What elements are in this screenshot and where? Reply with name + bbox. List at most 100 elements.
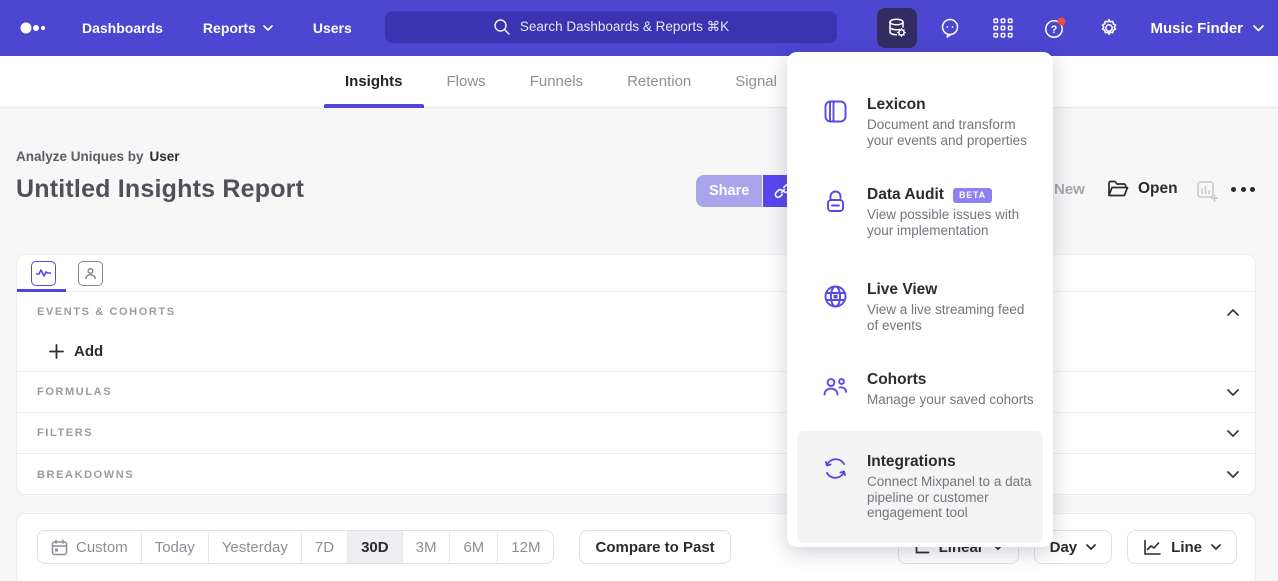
nav-reports-label: Reports: [203, 20, 256, 36]
svg-text:?: ?: [1051, 24, 1058, 36]
range-30d[interactable]: 30D: [347, 531, 402, 563]
plus-icon: [49, 344, 64, 359]
caret-down-icon: [1253, 25, 1264, 32]
caret-down-icon: [263, 25, 273, 31]
notification-dot: [1058, 18, 1066, 26]
section-formulas[interactable]: FORMULAS: [17, 372, 1255, 413]
profiles-tab[interactable]: [78, 261, 103, 286]
menu-item-description: View a live streaming feed of events: [867, 302, 1039, 333]
range-7d[interactable]: 7D: [301, 531, 347, 563]
report-subtitle: Analyze Uniques by User: [16, 149, 180, 164]
header-actions: Share New Open: [0, 175, 1278, 207]
lexicon-icon: [822, 96, 850, 148]
tab-flows[interactable]: Flows: [447, 56, 486, 108]
menu-item-title: Cohorts: [867, 371, 926, 389]
menu-item-data-audit[interactable]: Data Audit BETA View possible issues wit…: [797, 178, 1043, 246]
share-button[interactable]: Share: [696, 175, 762, 207]
menu-item-integrations[interactable]: Integrations Connect Mixpanel to a data …: [797, 431, 1043, 543]
profile-icon: [84, 267, 97, 280]
section-label: FILTERS: [37, 427, 93, 439]
caret-down-icon: [1086, 544, 1096, 550]
nav-dashboards[interactable]: Dashboards: [82, 20, 163, 36]
chart-type-label: Line: [1171, 539, 1202, 556]
nav-dashboards-label: Dashboards: [82, 20, 163, 36]
builder-icon-tabs: [17, 255, 1255, 292]
settings-gear-icon[interactable]: [1089, 8, 1129, 48]
add-label: Add: [74, 343, 103, 360]
menu-item-title: Data Audit: [867, 186, 944, 204]
new-report-button[interactable]: New: [1054, 181, 1085, 198]
project-name: Music Finder: [1150, 20, 1243, 37]
more-options-button[interactable]: [1231, 187, 1255, 192]
menu-item-lexicon[interactable]: Lexicon Document and transform your even…: [797, 88, 1043, 156]
chevron-down-icon[interactable]: [1227, 471, 1239, 478]
primary-nav: Dashboards Reports Users: [82, 20, 352, 36]
cohorts-icon: [822, 371, 850, 408]
mixpanel-logo-icon[interactable]: [20, 21, 50, 35]
tools-dropdown-menu: Lexicon Document and transform your even…: [787, 52, 1053, 547]
beta-badge: BETA: [953, 188, 992, 203]
app-window: Dashboards Reports Users Search Dashboar…: [0, 0, 1278, 581]
date-range-segmented-control: Custom Today Yesterday 7D 30D 3M 6M 12M: [37, 530, 554, 564]
chart-pulse-icon: [36, 267, 51, 279]
data-audit-icon: [822, 186, 850, 238]
range-label: Custom: [76, 539, 128, 556]
section-label: BREAKDOWNS: [37, 469, 134, 481]
folder-icon: [1107, 179, 1129, 199]
tab-signal[interactable]: Signal: [735, 56, 777, 108]
section-events-cohorts[interactable]: EVENTS & COHORTS: [17, 292, 1255, 332]
range-3m[interactable]: 3M: [402, 531, 450, 563]
calendar-icon: [51, 539, 68, 556]
nav-users[interactable]: Users: [313, 20, 352, 36]
menu-item-description: Document and transform your events and p…: [867, 117, 1039, 148]
chevron-down-icon[interactable]: [1227, 430, 1239, 437]
line-chart-icon: [1143, 539, 1162, 556]
range-6m[interactable]: 6M: [449, 531, 497, 563]
open-report-button[interactable]: Open: [1107, 179, 1178, 199]
live-view-icon: [822, 281, 850, 333]
section-breakdowns[interactable]: BREAKDOWNS: [17, 454, 1255, 495]
interval-label: Day: [1050, 539, 1078, 556]
range-yesterday[interactable]: Yesterday: [208, 531, 301, 563]
help-icon[interactable]: ?: [1036, 8, 1076, 48]
range-12m[interactable]: 12M: [497, 531, 553, 563]
data-settings-icon[interactable]: [877, 8, 917, 48]
menu-item-description: Connect Mixpanel to a data pipeline or c…: [867, 474, 1039, 521]
topbar-utility-icons: ? Music Finder: [877, 0, 1264, 56]
global-search-input[interactable]: Search Dashboards & Reports ⌘K: [385, 11, 837, 43]
tab-retention[interactable]: Retention: [627, 56, 691, 108]
menu-item-cohorts[interactable]: Cohorts Manage your saved cohorts: [797, 363, 1043, 416]
range-today[interactable]: Today: [141, 531, 208, 563]
menu-item-description: View possible issues with your implement…: [867, 207, 1039, 238]
search-placeholder: Search Dashboards & Reports ⌘K: [520, 19, 729, 35]
section-filters[interactable]: FILTERS: [17, 413, 1255, 454]
subtitle-measure[interactable]: User: [150, 149, 180, 164]
subtitle-prefix: Analyze Uniques by: [16, 149, 144, 164]
menu-item-title: Live View: [867, 281, 937, 299]
events-tab[interactable]: [31, 261, 56, 286]
search-icon: [493, 18, 511, 36]
feedback-icon[interactable]: [930, 8, 970, 48]
top-navigation-bar: Dashboards Reports Users Search Dashboar…: [0, 0, 1278, 56]
caret-down-icon: [1211, 544, 1221, 550]
nav-reports[interactable]: Reports: [203, 20, 273, 36]
range-custom[interactable]: Custom: [38, 531, 141, 563]
chevron-down-icon[interactable]: [1227, 389, 1239, 396]
compare-label: Compare to Past: [595, 539, 714, 556]
tab-insights[interactable]: Insights: [345, 56, 403, 108]
menu-item-live-view[interactable]: Live View View a live streaming feed of …: [797, 273, 1043, 341]
add-event-button[interactable]: Add: [17, 332, 1255, 372]
chart-type-dropdown[interactable]: Line: [1127, 530, 1237, 564]
apps-grid-icon[interactable]: [983, 8, 1023, 48]
nav-users-label: Users: [313, 20, 352, 36]
add-to-board-icon[interactable]: [1196, 180, 1219, 203]
menu-item-title: Lexicon: [867, 96, 926, 114]
tab-funnels[interactable]: Funnels: [530, 56, 583, 108]
project-switcher[interactable]: Music Finder: [1150, 20, 1264, 37]
chevron-up-icon[interactable]: [1227, 309, 1239, 316]
report-tabbar: Insights Flows Funnels Retention Signal …: [0, 56, 1278, 108]
integrations-icon: [822, 453, 850, 521]
compare-to-past-button[interactable]: Compare to Past: [579, 530, 730, 564]
open-label: Open: [1138, 180, 1178, 198]
section-label: EVENTS & COHORTS: [37, 306, 176, 318]
